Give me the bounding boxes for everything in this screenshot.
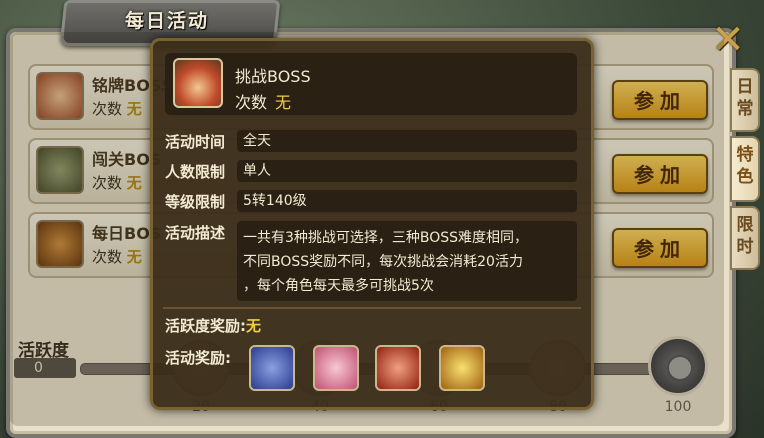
activity-detail-popup: 挑战BOSS 次数无 活动时间 全天 人数限制 单人 等级限制 5转140级 活… [150,38,594,410]
level-value: 5转140级 [237,190,577,212]
tab-special[interactable]: 特色 [730,136,760,202]
treasure-chest-icon[interactable] [439,345,485,391]
description-text: 一共有3种挑战可选择，三种BOSS难度相同， 不同BOSS奖励不同，每次挑战会消… [237,221,577,301]
tab-daily[interactable]: 日常 [730,68,760,132]
popup-title: 挑战BOSS [235,67,311,86]
popup-header: 挑战BOSS 次数无 [165,53,577,115]
popup-count: 次数无 [235,93,292,112]
boss-portrait-icon [173,58,223,108]
tab-limited[interactable]: 限时 [730,206,760,270]
time-label: 活动时间 [165,133,226,151]
blue-pouch-icon[interactable] [249,345,295,391]
rewards-label: 活动奖励: [165,349,231,367]
level-label: 等级限制 [165,193,226,211]
activity-reward-row: 活跃度奖励:无 [165,317,262,335]
gift-box-icon[interactable] [313,345,359,391]
divider [163,307,581,309]
description-label: 活动描述 [165,224,226,242]
players-label: 人数限制 [165,163,226,181]
players-value: 单人 [237,160,577,182]
time-value: 全天 [237,130,577,152]
red-ring-icon[interactable] [375,345,421,391]
